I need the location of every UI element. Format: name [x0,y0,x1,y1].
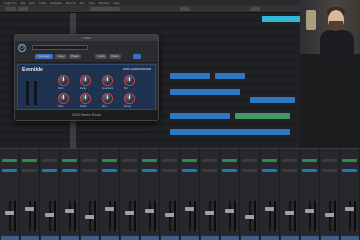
redo-button[interactable]: Redo [109,54,121,59]
midi-region[interactable] [235,113,290,119]
size-knob[interactable] [102,93,113,104]
knob-label: Tone [58,105,64,108]
editors-button[interactable] [180,7,190,11]
copy-button[interactable]: Copy [55,54,67,59]
audio-region[interactable] [215,73,245,79]
knob-label: Width [80,105,87,108]
track-row[interactable] [0,13,300,21]
menu-item-record[interactable]: Record [66,1,76,5]
audio-region[interactable] [170,129,290,135]
menu-item-mix[interactable]: Mix [80,1,85,5]
knob-label: Mix [124,87,128,90]
knob-label: Decay [124,105,132,108]
plugin-header: ⏻ Compare Copy Paste Undo Redo [15,41,158,63]
library-button[interactable] [6,7,16,11]
plugin-window[interactable]: 1 Kick ⏻ Compare Copy Paste Undo Redo Ev… [14,34,159,121]
compare-button[interactable]: Compare [35,54,53,59]
knob-label: Delay [80,87,87,90]
brand-logo: Eventide [22,67,43,73]
input-fader[interactable] [26,81,29,105]
menu-item-file[interactable]: File [21,1,26,5]
link-button[interactable] [133,54,141,59]
menu-item-navigate[interactable]: Navigate [50,1,62,5]
mixer [0,148,360,240]
delay-knob[interactable] [80,75,91,86]
knob-label: Feedback [102,87,113,90]
webcam-overlay [300,0,360,54]
pitch-knob[interactable] [58,75,69,86]
model-name: H910 HARMONIZER [122,67,151,71]
plugin-footer: 2016 Stereo Room [15,110,158,120]
preset-menu[interactable] [32,45,88,50]
control-bar [0,5,300,13]
menu-item-edit[interactable]: Edit [30,1,35,5]
audio-region[interactable] [170,113,230,119]
lamp [306,10,316,30]
power-icon[interactable]: ⏻ [18,44,26,52]
plugin-ui-panel: Eventide H910 HARMONIZER Pitch Delay Fee… [17,64,156,110]
presenter-shirt [320,30,354,54]
menu-item-track[interactable]: Track [39,1,46,5]
menu-item-view[interactable]: View [88,1,94,5]
menu-item-window[interactable]: Window [99,1,110,5]
cycle-region[interactable] [262,16,300,22]
mix-knob[interactable] [124,75,135,86]
width-knob[interactable] [80,93,91,104]
audio-region[interactable] [170,89,240,95]
lcd-display[interactable] [90,7,120,11]
decay-knob[interactable] [124,93,135,104]
track-row[interactable] [0,21,300,29]
menu-item-help[interactable]: Help [113,1,119,5]
audio-region[interactable] [250,97,295,103]
paste-button[interactable]: Paste [69,54,81,59]
inspector-button[interactable] [18,7,28,11]
undo-button[interactable]: Undo [95,54,107,59]
mixer-button[interactable] [250,7,260,11]
output-fader[interactable] [34,81,37,105]
tone-knob[interactable] [58,93,69,104]
knob-label: Pitch [58,87,64,90]
audio-region[interactable] [170,73,210,79]
feedback-knob[interactable] [102,75,113,86]
menu-item-logic[interactable]: Logic Pro [4,1,17,5]
knob-label: Size [102,105,107,108]
